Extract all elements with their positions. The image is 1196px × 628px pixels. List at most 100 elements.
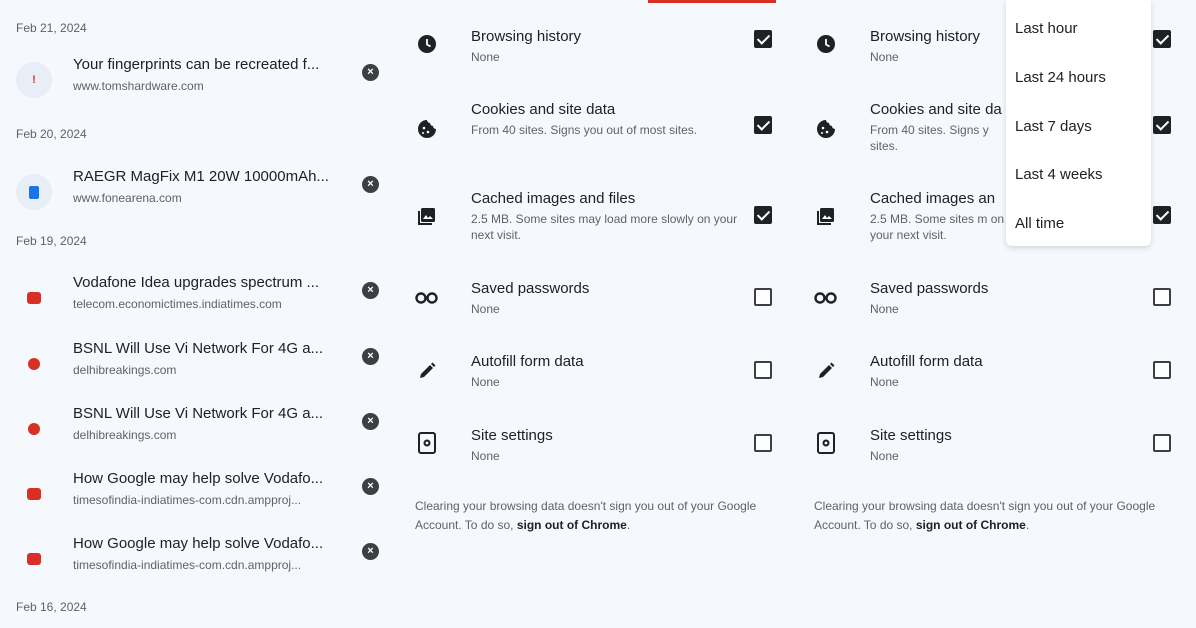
- option-checkbox[interactable]: [754, 434, 772, 452]
- footer-note-end: .: [626, 518, 631, 532]
- option-checkbox[interactable]: [1153, 288, 1171, 306]
- option-title: Cookies and site data: [471, 101, 616, 118]
- clear-option-browsing-history[interactable]: Browsing history None: [415, 28, 785, 88]
- close-circle-icon[interactable]: ×: [362, 176, 379, 193]
- close-circle-icon[interactable]: ×: [362, 282, 379, 299]
- history-item-title[interactable]: Vodafone Idea upgrades spectrum ...: [73, 274, 343, 291]
- option-subtitle: 2.5 MB. Some sites m on your next visit.: [870, 212, 1005, 242]
- option-checkbox[interactable]: [1153, 30, 1171, 48]
- option-subtitle: None: [471, 50, 500, 64]
- image-icon: [415, 204, 439, 228]
- option-title: Site settings: [870, 427, 952, 444]
- option-subtitle: 2.5 MB. Some sites may load more slowly …: [471, 212, 738, 242]
- option-title: Cached images an: [870, 190, 996, 207]
- option-checkbox[interactable]: [1153, 206, 1171, 224]
- exclamation-icon: !: [16, 62, 52, 98]
- red-dot-icon: [16, 346, 52, 382]
- option-checkbox[interactable]: [754, 206, 772, 224]
- option-checkbox[interactable]: [1153, 434, 1171, 452]
- sign-out-link[interactable]: sign out of Chrome: [916, 518, 1026, 532]
- option-checkbox[interactable]: [1153, 361, 1171, 379]
- option-title: Cached images and files: [471, 190, 636, 207]
- close-circle-icon[interactable]: ×: [362, 543, 379, 560]
- option-checkbox[interactable]: [754, 116, 772, 134]
- pencil-icon: [415, 359, 439, 383]
- clock-icon: [415, 32, 439, 56]
- close-circle-icon[interactable]: ×: [362, 478, 379, 495]
- option-title: Autofill form data: [471, 353, 584, 370]
- sign-out-link[interactable]: sign out of Chrome: [517, 518, 627, 532]
- clear-option-autofill[interactable]: Autofill form data None: [814, 353, 1184, 413]
- option-subtitle: None: [870, 449, 899, 463]
- close-circle-icon[interactable]: ×: [362, 348, 379, 365]
- option-title: Cookies and site da: [870, 101, 1002, 118]
- option-subtitle: From 40 sites. Signs you out of most sit…: [471, 123, 698, 137]
- menu-item-last-7-days[interactable]: Last 7 days: [1015, 118, 1092, 135]
- site-settings-icon: [814, 431, 838, 455]
- close-circle-icon[interactable]: ×: [362, 64, 379, 81]
- history-item-url: www.fonearena.com: [73, 191, 182, 205]
- clear-option-autofill[interactable]: Autofill form data None: [415, 353, 785, 413]
- history-item[interactable]: BSNL Will Use Vi Network For 4G a... del…: [16, 340, 388, 396]
- pencil-icon: [814, 359, 838, 383]
- history-item-title[interactable]: How Google may help solve Vodafo...: [73, 470, 343, 487]
- clear-option-cached-images[interactable]: Cached images and files 2.5 MB. Some sit…: [415, 190, 785, 250]
- book-icon: [16, 174, 52, 210]
- footer-note: Clearing your browsing data doesn't sign…: [415, 497, 775, 535]
- date-header: Feb 19, 2024: [16, 234, 87, 248]
- menu-item-last-24-hours[interactable]: Last 24 hours: [1015, 69, 1106, 86]
- history-item-title[interactable]: How Google may help solve Vodafo...: [73, 535, 343, 552]
- clear-option-site-settings[interactable]: Site settings None: [415, 427, 785, 487]
- history-item-title[interactable]: Your fingerprints can be recreated f...: [73, 56, 343, 73]
- history-item-title[interactable]: BSNL Will Use Vi Network For 4G a...: [73, 405, 343, 422]
- clear-option-cookies[interactable]: Cookies and site data From 40 sites. Sig…: [415, 101, 785, 161]
- image-icon: [814, 204, 838, 228]
- option-title: Site settings: [471, 427, 553, 444]
- history-item-title[interactable]: BSNL Will Use Vi Network For 4G a...: [73, 340, 343, 357]
- clear-option-site-settings[interactable]: Site settings None: [814, 427, 1184, 487]
- history-item-url: timesofindia-indiatimes-com.cdn.ampproj.…: [73, 558, 302, 572]
- red-square-icon: [16, 541, 52, 577]
- option-subtitle: From 40 sites. Signs y sites.: [870, 123, 989, 153]
- option-subtitle: None: [471, 302, 500, 316]
- history-item-title[interactable]: RAEGR MagFix M1 20W 10000mAh...: [73, 168, 343, 185]
- history-item[interactable]: How Google may help solve Vodafo... time…: [16, 470, 388, 526]
- option-subtitle: None: [471, 375, 500, 389]
- history-panel: Feb 21, 2024 ! Your fingerprints can be …: [0, 0, 392, 628]
- date-header: Feb 21, 2024: [16, 21, 87, 35]
- menu-item-all-time[interactable]: All time: [1015, 215, 1064, 232]
- history-item-url: telecom.economictimes.indiatimes.com: [73, 297, 282, 311]
- option-title: Saved passwords: [471, 280, 590, 297]
- option-checkbox[interactable]: [754, 361, 772, 379]
- option-subtitle: None: [870, 375, 899, 389]
- option-checkbox[interactable]: [1153, 116, 1171, 134]
- history-item[interactable]: ! Your fingerprints can be recreated f..…: [16, 56, 388, 112]
- clear-browsing-data-panel: Browsing history None Cookies and site d…: [415, 0, 795, 628]
- date-header: Feb 16, 2024: [16, 600, 87, 614]
- time-range-menu: Last hour Last 24 hours Last 7 days Last…: [1006, 0, 1151, 246]
- clock-icon: [814, 32, 838, 56]
- clear-option-saved-passwords[interactable]: Saved passwords None: [814, 280, 1184, 340]
- option-checkbox[interactable]: [754, 30, 772, 48]
- history-item[interactable]: Vodafone Idea upgrades spectrum ... tele…: [16, 274, 388, 330]
- history-item-url: delhibreakings.com: [73, 428, 177, 442]
- history-item-url: www.tomshardware.com: [73, 79, 204, 93]
- option-title: Autofill form data: [870, 353, 983, 370]
- close-circle-icon[interactable]: ×: [362, 413, 379, 430]
- option-subtitle: None: [870, 302, 899, 316]
- clear-option-saved-passwords[interactable]: Saved passwords None: [415, 280, 785, 340]
- date-header: Feb 20, 2024: [16, 127, 87, 141]
- history-item[interactable]: How Google may help solve Vodafo... time…: [16, 535, 388, 591]
- footer-note: Clearing your browsing data doesn't sign…: [814, 497, 1174, 535]
- site-settings-icon: [415, 431, 439, 455]
- red-square-icon: [16, 476, 52, 512]
- menu-item-last-hour[interactable]: Last hour: [1015, 20, 1078, 37]
- history-item-url: delhibreakings.com: [73, 363, 177, 377]
- cookie-icon: [814, 117, 838, 141]
- history-item[interactable]: RAEGR MagFix M1 20W 10000mAh... www.fone…: [16, 168, 388, 224]
- option-checkbox[interactable]: [754, 288, 772, 306]
- history-item-url: timesofindia-indiatimes-com.cdn.ampproj.…: [73, 493, 302, 507]
- menu-item-last-4-weeks[interactable]: Last 4 weeks: [1015, 166, 1103, 183]
- history-item[interactable]: BSNL Will Use Vi Network For 4G a... del…: [16, 405, 388, 461]
- footer-note-end: .: [1025, 518, 1030, 532]
